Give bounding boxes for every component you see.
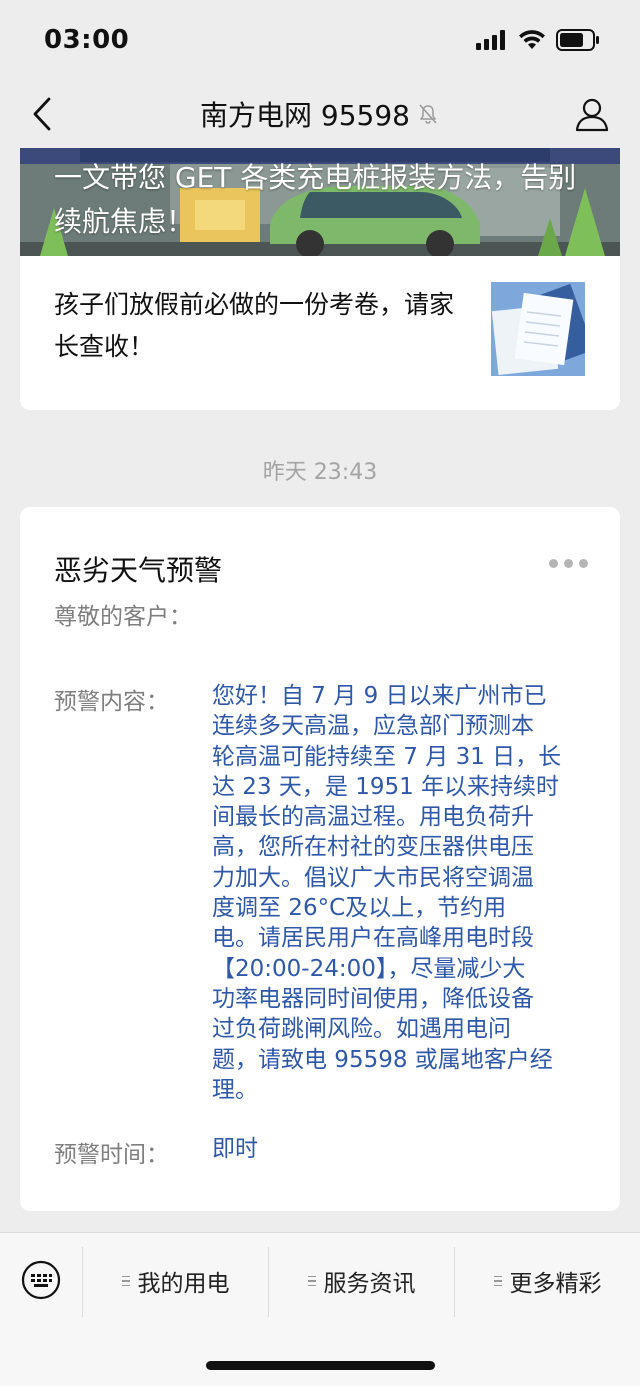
back-arrow-icon: [33, 97, 51, 131]
message-timestamp: 昨天 23:43: [262, 460, 378, 485]
banner-title: 一文带您 GET 各类充电桩报装方法，告别续航焦虑！: [54, 161, 577, 238]
alert-content-line: 题，请致电 95598 或属地客户经: [212, 1046, 553, 1073]
home-indicator[interactable]: [206, 1361, 435, 1370]
article-banner[interactable]: 一文带您 GET 各类充电桩报装方法，告别续航焦虑！: [20, 148, 620, 256]
status-bar: 03:00: [0, 0, 640, 80]
alert-time-label: 预警时间：: [54, 1142, 169, 1168]
more-dot-icon: [564, 559, 573, 568]
alert-content-line: 轮高温可能持续至 7 月 31 日，长: [212, 743, 562, 770]
article-item[interactable]: 孩子们放假前必做的一份考卷，请家长查收！: [20, 256, 620, 410]
alert-content-line: 高，您所在村社的变压器供电压: [212, 834, 534, 861]
nav-title: 南方电网 95598: [200, 94, 440, 134]
menu-item-label: 我的用电: [137, 1271, 230, 1297]
more-dot-icon: [579, 559, 588, 568]
nav-bar: 南方电网 95598: [0, 80, 640, 148]
alert-content-line: 您好！自 7 月 9 日以来广州市已: [212, 683, 547, 709]
menu-item-my-electricity[interactable]: 我的用电: [83, 1251, 268, 1311]
menu-item-label: 更多精彩: [509, 1271, 602, 1297]
back-button[interactable]: [22, 94, 62, 134]
menu-list-icon: [307, 1275, 316, 1287]
more-options-button[interactable]: [549, 559, 588, 568]
keyboard-toggle-button[interactable]: [20, 1259, 62, 1301]
battery-icon: [556, 29, 599, 51]
article-card[interactable]: 一文带您 GET 各类充电桩报装方法，告别续航焦虑！ 孩子们放假前必做的一份考卷…: [20, 148, 620, 410]
menu-list-icon: [121, 1275, 130, 1287]
alert-content-line: 达 23 天，是 1951 年以来持续时: [212, 773, 560, 800]
wifi-icon: [519, 30, 545, 49]
weather-alert-card[interactable]: 恶劣天气预警 尊敬的客户： 预警内容： 您好！自 7 月 9 日以来广州市已 连…: [20, 507, 620, 1211]
article-item-thumbnail: [491, 282, 585, 376]
message-list[interactable]: 一文带您 GET 各类充电桩报装方法，告别续航焦虑！ 孩子们放假前必做的一份考卷…: [0, 148, 640, 1232]
alert-content: 您好！自 7 月 9 日以来广州市已 连续多天高温，应急部门预测本 轮高温可能持…: [212, 681, 592, 1105]
alert-content-line: 理。: [212, 1076, 258, 1103]
mute-bell-icon: [416, 102, 440, 126]
status-icons: [476, 29, 600, 51]
alert-title: 恶劣天气预警: [54, 554, 223, 587]
alert-content-line: 连续多天高温，应急部门预测本: [212, 713, 534, 740]
alert-content-line: 【20:00-24:00】，尽量减少大: [212, 955, 526, 982]
menu-item-more[interactable]: 更多精彩: [455, 1251, 640, 1311]
menu-item-label: 服务资讯: [323, 1271, 416, 1297]
alert-content-label: 预警内容：: [54, 689, 169, 715]
menu-list-icon: [493, 1275, 502, 1287]
person-icon: [575, 98, 609, 132]
status-time: 03:00: [44, 25, 130, 55]
alert-content-line: 过负荷跳闸风险。如遇用电问: [212, 1016, 511, 1043]
alert-greeting: 尊敬的客户：: [54, 604, 192, 630]
alert-time-value: 即时: [212, 1136, 258, 1162]
alert-content-line: 度调至 26°C及以上，节约用: [212, 895, 507, 922]
menu-item-service-news[interactable]: 服务资讯: [269, 1251, 454, 1311]
signal-icon: [476, 30, 505, 50]
account-name: 南方电网 95598: [200, 99, 410, 132]
profile-button[interactable]: [570, 92, 614, 136]
alert-content-line: 力加大。倡议广大市民将空调温: [212, 864, 534, 891]
alert-content-line: 电。请居民用户在高峰用电时段: [212, 925, 534, 952]
keyboard-icon: [21, 1260, 61, 1300]
alert-content-line: 间最长的高温过程。用电负荷升: [212, 804, 534, 831]
article-item-title: 孩子们放假前必做的一份考卷，请家长查收！: [54, 290, 455, 361]
alert-content-line: 功率电器同时间使用，降低设备: [212, 985, 534, 1012]
more-dot-icon: [549, 559, 558, 568]
